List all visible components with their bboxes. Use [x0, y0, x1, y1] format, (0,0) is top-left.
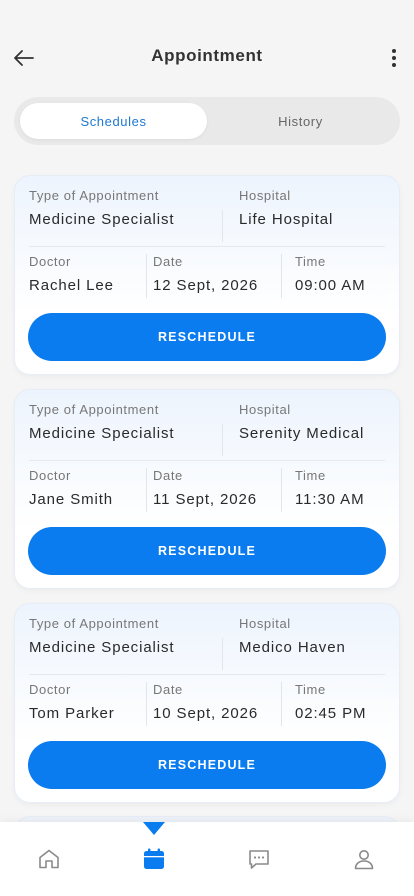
page-title: Appointment [151, 46, 263, 65]
divider [281, 254, 282, 298]
tab-history[interactable]: History [207, 103, 394, 139]
nav-profile[interactable] [349, 844, 379, 874]
divider [146, 682, 147, 726]
time-label: Time [295, 682, 326, 697]
bottom-navigation [0, 822, 414, 896]
type-label: Type of Appointment [29, 616, 159, 631]
more-vertical-icon [392, 49, 396, 67]
appointment-list: Type of Appointment Medicine Specialist … [14, 175, 400, 817]
date-value: 12 Sept, 2026 [153, 277, 259, 294]
appointment-card: Type of Appointment Medicine Specialist … [14, 175, 400, 375]
appointment-card: Type of Appointment Medicine Specialist … [14, 603, 400, 803]
doctor-label: Doctor [29, 682, 71, 697]
time-value: 11:30 AM [295, 491, 365, 508]
divider [146, 468, 147, 512]
time-value: 09:00 AM [295, 277, 366, 294]
divider [29, 246, 385, 247]
date-value: 10 Sept, 2026 [153, 705, 259, 722]
divider [222, 424, 223, 456]
hospital-value: Life Hospital [239, 211, 334, 228]
divider [29, 460, 385, 461]
hospital-value: Medico Haven [239, 639, 346, 656]
time-value: 02:45 PM [295, 705, 367, 722]
chat-icon [249, 850, 269, 869]
type-value: Medicine Specialist [29, 639, 175, 656]
doctor-label: Doctor [29, 468, 71, 483]
appointment-card: Type of Appointment Medicine Specialist … [14, 389, 400, 589]
hospital-label: Hospital [239, 616, 291, 631]
nav-home[interactable] [34, 844, 64, 874]
divider [29, 674, 385, 675]
hospital-value: Serenity Medical [239, 425, 365, 442]
doctor-value: Rachel Lee [29, 277, 114, 294]
type-label: Type of Appointment [29, 402, 159, 417]
nav-messages[interactable] [244, 844, 274, 874]
more-options-button[interactable] [380, 44, 408, 72]
appointment-tabs: Schedules History [14, 97, 400, 145]
calendar-icon [144, 848, 164, 869]
date-label: Date [153, 468, 183, 483]
divider [146, 254, 147, 298]
date-value: 11 Sept, 2026 [153, 491, 257, 508]
active-tab-indicator [143, 822, 165, 835]
doctor-value: Tom Parker [29, 705, 115, 722]
type-value: Medicine Specialist [29, 425, 175, 442]
profile-icon [354, 850, 374, 870]
divider [222, 638, 223, 670]
home-icon [39, 849, 59, 869]
doctor-value: Jane Smith [29, 491, 114, 508]
nav-calendar[interactable] [139, 844, 169, 874]
hospital-label: Hospital [239, 188, 291, 203]
app-header: Appointment [0, 0, 414, 100]
type-value: Medicine Specialist [29, 211, 175, 228]
type-label: Type of Appointment [29, 188, 159, 203]
date-label: Date [153, 254, 183, 269]
divider [281, 468, 282, 512]
time-label: Time [295, 254, 326, 269]
divider [222, 210, 223, 242]
divider [281, 682, 282, 726]
tab-schedules[interactable]: Schedules [20, 103, 207, 139]
reschedule-button[interactable]: RESCHEDULE [28, 313, 386, 361]
reschedule-button[interactable]: RESCHEDULE [28, 527, 386, 575]
doctor-label: Doctor [29, 254, 71, 269]
time-label: Time [295, 468, 326, 483]
date-label: Date [153, 682, 183, 697]
hospital-label: Hospital [239, 402, 291, 417]
reschedule-button[interactable]: RESCHEDULE [28, 741, 386, 789]
